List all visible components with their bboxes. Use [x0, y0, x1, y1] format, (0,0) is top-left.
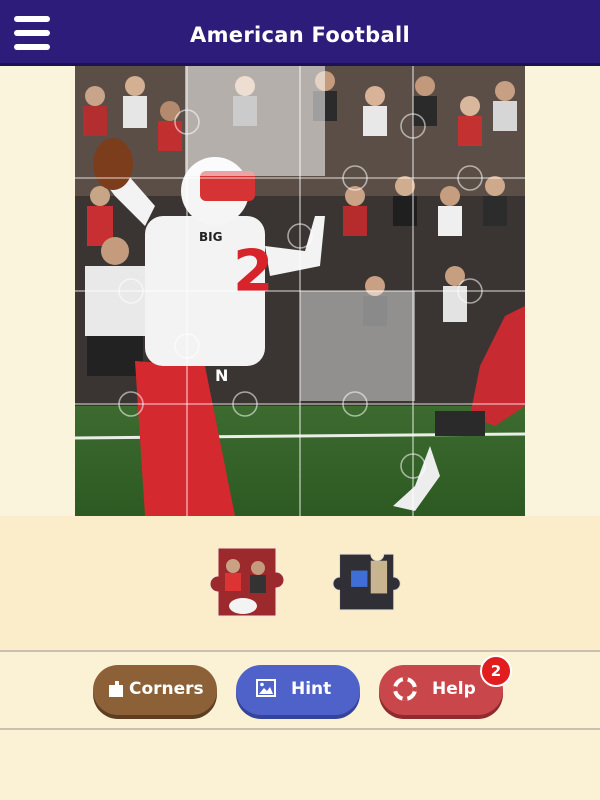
lifebuoy-icon: [393, 677, 417, 701]
page-title: American Football: [190, 23, 410, 47]
help-count-badge: 2: [480, 655, 512, 687]
help-label: Help: [432, 679, 476, 699]
puzzle-corner-icon: [109, 681, 123, 697]
sleeve-logo: BIG: [199, 230, 222, 244]
jersey-letter: N: [215, 366, 228, 385]
puzzle-piece-crowd[interactable]: [198, 546, 288, 618]
app-header: American Football: [0, 0, 600, 66]
puzzle-piece-player[interactable]: [320, 546, 410, 618]
corners-button[interactable]: Corners: [93, 665, 217, 715]
puzzle-board[interactable]: 2 BIG N: [75, 66, 525, 516]
image-icon: [256, 679, 276, 697]
puzzle-image: 2 BIG N: [75, 66, 525, 516]
hint-button[interactable]: Hint: [236, 665, 360, 715]
piece-tray: [0, 516, 600, 650]
jersey-number: 2: [233, 237, 273, 305]
hint-label: Hint: [291, 679, 332, 699]
corners-label: Corners: [129, 679, 204, 699]
